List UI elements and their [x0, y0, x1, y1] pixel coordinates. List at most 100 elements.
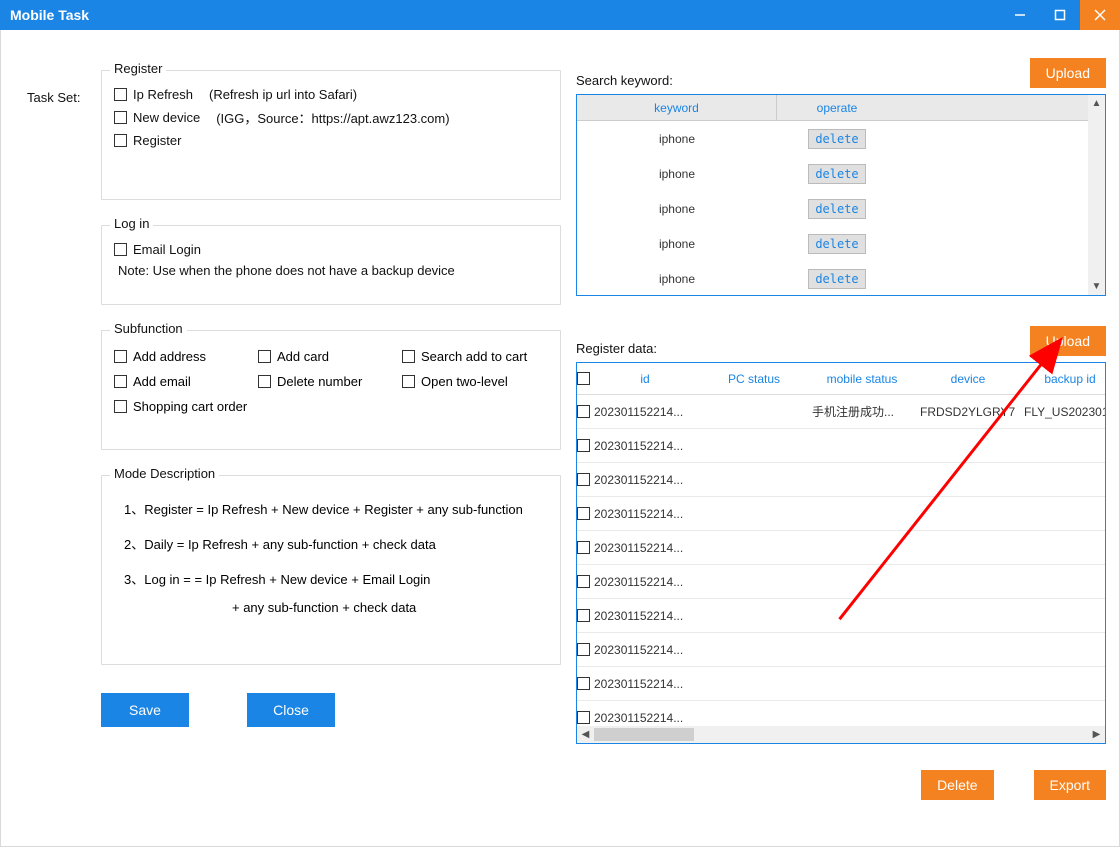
- new-device-checkbox[interactable]: [114, 111, 127, 124]
- add-address-checkbox[interactable]: [114, 350, 127, 363]
- ip-refresh-label: Ip Refresh: [133, 87, 193, 102]
- operate-col-header: operate: [777, 95, 897, 120]
- upload-register-button[interactable]: Upload: [1030, 326, 1106, 356]
- keyword-col-header: keyword: [577, 95, 777, 120]
- open-two-checkbox[interactable]: [402, 375, 415, 388]
- row-checkbox[interactable]: [577, 473, 590, 486]
- maximize-button[interactable]: [1040, 0, 1080, 30]
- register-row: 202301152214...: [577, 599, 1105, 633]
- backup-id-col-header[interactable]: backup id: [1020, 372, 1106, 386]
- id-cell: 202301152214...: [590, 609, 700, 623]
- register-row: 202301152214...: [577, 463, 1105, 497]
- id-cell: 202301152214...: [590, 677, 700, 691]
- add-card-label: Add card: [277, 349, 329, 364]
- row-checkbox[interactable]: [577, 405, 590, 418]
- delete-button[interactable]: Delete: [921, 770, 993, 800]
- scroll-down-icon[interactable]: ▼: [1088, 278, 1105, 295]
- row-checkbox[interactable]: [577, 643, 590, 656]
- device-cell: FRDSD2YLGRY7: [916, 405, 1020, 419]
- backup-cell: FLY_US202301...: [1020, 405, 1106, 419]
- device-col-header[interactable]: device: [916, 372, 1020, 386]
- register-data-label: Register data:: [576, 341, 657, 356]
- scroll-right-icon[interactable]: ▶: [1088, 726, 1105, 743]
- keyword-row: iphone delete: [577, 191, 1088, 226]
- close-button[interactable]: Close: [247, 693, 335, 727]
- select-all-checkbox[interactable]: [577, 372, 590, 385]
- scroll-up-icon[interactable]: ▲: [1088, 95, 1105, 112]
- upload-keyword-button[interactable]: Upload: [1030, 58, 1106, 88]
- window: Mobile Task Task Set: Register Ip Refres…: [0, 0, 1120, 847]
- mode-group: Mode Description 1、Register = Ip Refresh…: [101, 475, 561, 665]
- register-group: Register Ip Refresh (Refresh ip url into…: [101, 70, 561, 200]
- id-cell: 202301152214...: [590, 575, 700, 589]
- close-window-button[interactable]: [1080, 0, 1120, 30]
- row-checkbox[interactable]: [577, 677, 590, 690]
- id-cell: 202301152214...: [590, 473, 700, 487]
- register-checkbox[interactable]: [114, 134, 127, 147]
- minimize-button[interactable]: [1000, 0, 1040, 30]
- keyword-row: iphone delete: [577, 261, 1088, 296]
- export-button[interactable]: Export: [1034, 770, 1106, 800]
- keyword-panel: keyword operate iphone delete iphone delete…: [576, 94, 1106, 296]
- mode-line-3: 3、Log in = = Ip Refresh + New device + E…: [124, 570, 548, 591]
- keyword-row: iphonedelete: [577, 121, 1088, 156]
- left-column: Register Ip Refresh (Refresh ip url into…: [101, 70, 561, 727]
- id-cell: 202301152214...: [590, 507, 700, 521]
- save-button[interactable]: Save: [101, 693, 189, 727]
- delete-number-checkbox[interactable]: [258, 375, 271, 388]
- id-col-header[interactable]: id: [590, 372, 700, 386]
- add-card-checkbox[interactable]: [258, 350, 271, 363]
- keyword-cell: iphone: [577, 196, 777, 222]
- keyword-header: keyword operate: [577, 95, 1088, 121]
- delete-keyword-button[interactable]: delete: [808, 164, 865, 184]
- row-checkbox[interactable]: [577, 575, 590, 588]
- row-checkbox[interactable]: [577, 711, 590, 724]
- keyword-cell: iphone: [577, 231, 777, 257]
- email-login-checkbox[interactable]: [114, 243, 127, 256]
- mobile-cell: 手机注册成功...: [808, 403, 916, 420]
- row-checkbox[interactable]: [577, 507, 590, 520]
- search-keyword-label: Search keyword:: [576, 73, 673, 88]
- id-cell: 202301152214...: [590, 439, 700, 453]
- row-checkbox[interactable]: [577, 541, 590, 554]
- row-checkbox[interactable]: [577, 439, 590, 452]
- delete-keyword-button[interactable]: delete: [808, 129, 865, 149]
- email-login-label: Email Login: [133, 242, 201, 257]
- row-checkbox[interactable]: [577, 609, 590, 622]
- delete-keyword-button[interactable]: delete: [808, 199, 865, 219]
- register-row: 202301152214...: [577, 667, 1105, 701]
- task-set-label: Task Set:: [27, 90, 80, 105]
- pc-status-col-header[interactable]: PC status: [700, 372, 808, 386]
- ip-refresh-checkbox[interactable]: [114, 88, 127, 101]
- window-title: Mobile Task: [10, 7, 89, 23]
- delete-keyword-button[interactable]: delete: [808, 269, 865, 289]
- mode-line-1: 1、Register = Ip Refresh + New device + R…: [124, 500, 548, 521]
- register-row: 202301152214...: [577, 565, 1105, 599]
- register-row: 202301152214...: [577, 531, 1105, 565]
- mode-line-2: 2、Daily = Ip Refresh + any sub-function …: [124, 535, 548, 556]
- add-address-label: Add address: [133, 349, 206, 364]
- body: Task Set: Register Ip Refresh (Refresh i…: [0, 30, 1120, 847]
- mode-line-3b: + any sub-function + check data: [232, 598, 548, 619]
- search-cart-checkbox[interactable]: [402, 350, 415, 363]
- search-cart-label: Search add to cart: [421, 349, 527, 364]
- register-hscrollbar[interactable]: ◀ ▶: [577, 726, 1105, 743]
- register-row: 202301152214... 手机注册成功...FRDSD2YLGRY7FLY_…: [577, 395, 1105, 429]
- subfunction-group: Subfunction Add address Add card Search …: [101, 330, 561, 450]
- shopping-cart-checkbox[interactable]: [114, 400, 127, 413]
- new-device-hint: (IGG，Source：https://apt.awz123.com): [216, 108, 449, 127]
- add-email-checkbox[interactable]: [114, 375, 127, 388]
- open-two-label: Open two-level: [421, 374, 508, 389]
- add-email-label: Add email: [133, 374, 191, 389]
- keyword-scrollbar[interactable]: ▲ ▼: [1088, 95, 1105, 295]
- keyword-cell: iphone: [577, 266, 777, 292]
- delete-keyword-button[interactable]: delete: [808, 234, 865, 254]
- scroll-left-icon[interactable]: ◀: [577, 726, 594, 743]
- scroll-thumb[interactable]: [594, 728, 694, 741]
- register-row: 202301152214...: [577, 633, 1105, 667]
- register-legend: Register: [110, 61, 166, 76]
- register-header: id PC status mobile status device backup…: [577, 363, 1105, 395]
- id-cell: 202301152214...: [590, 405, 700, 419]
- mode-legend: Mode Description: [110, 466, 219, 481]
- mobile-status-col-header[interactable]: mobile status: [808, 372, 916, 386]
